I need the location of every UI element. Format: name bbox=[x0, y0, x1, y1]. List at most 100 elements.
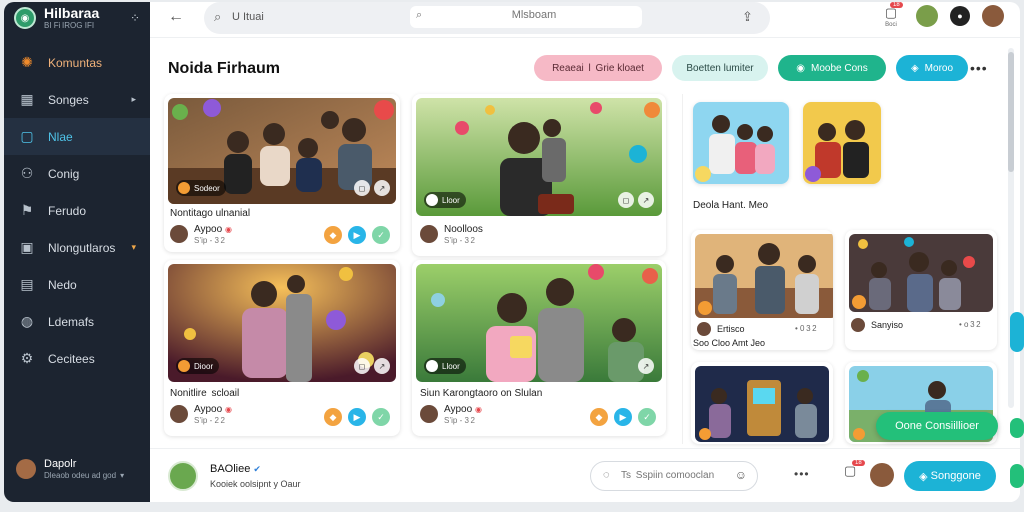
post-card[interactable]: Ertisco • 0 3 2 bbox=[691, 230, 833, 350]
profile-avatar[interactable] bbox=[982, 5, 1004, 27]
post-image[interactable]: Lloor ◻ ↗ bbox=[416, 98, 662, 216]
sidebar-item-ldemafs[interactable]: ◍ Ldemafs bbox=[4, 303, 150, 340]
post-card[interactable]: Lloor ↗ Siun Karongtaoro on Slulan Aypoo… bbox=[412, 260, 666, 436]
sidebar-item-nlae[interactable]: ▢ Nlae bbox=[4, 118, 150, 155]
expand-icon[interactable]: ↗ bbox=[638, 192, 654, 208]
side-edge-tab[interactable] bbox=[1010, 312, 1024, 352]
chip-teal[interactable]: ◉ Moobe Cons bbox=[778, 55, 886, 81]
post-actions: ◆ ▶ ✓ bbox=[324, 408, 390, 426]
avatar[interactable] bbox=[870, 463, 894, 487]
post-sub: S’ip - 3 2 bbox=[444, 235, 475, 245]
avatar[interactable] bbox=[916, 5, 938, 27]
sidebar-item-conig[interactable]: ⚇ Conig bbox=[4, 155, 150, 192]
expand-icon[interactable]: ↗ bbox=[638, 358, 654, 374]
scrollbar[interactable] bbox=[1008, 48, 1014, 408]
post-meta: Aypoo ◉ S’ip - 2 2 bbox=[170, 404, 232, 425]
gear-icon: ⚙ bbox=[20, 350, 34, 366]
like-icon[interactable]: ◆ bbox=[590, 408, 608, 426]
tag-icon: ◈ bbox=[910, 62, 919, 74]
post-card[interactable]: Dioor ◻ ↗ Nonitlire scloail Aypoo ◉ S’ip… bbox=[164, 260, 400, 436]
share-icon[interactable]: ▶ bbox=[348, 408, 366, 426]
scrollbar-thumb[interactable] bbox=[1008, 52, 1014, 172]
sidebar-item-nedo[interactable]: ▤ Nedo bbox=[4, 266, 150, 303]
badge-label: Lloor bbox=[442, 195, 460, 205]
profile-sub: Kooiek oolsipnt y Oaur bbox=[210, 479, 301, 489]
post-card[interactable] bbox=[691, 362, 833, 444]
post-image[interactable]: Lloor ↗ bbox=[416, 264, 662, 382]
notification-badge: 18 bbox=[852, 460, 865, 466]
chip-pink[interactable]: Reaeai l Grie kloaet bbox=[534, 55, 662, 81]
chat-icon[interactable]: ● bbox=[950, 6, 970, 26]
chevron-down-icon[interactable]: ▾ bbox=[120, 471, 124, 480]
post-image[interactable]: Sodeor ◻ ↗ bbox=[168, 98, 396, 204]
author-avatar bbox=[420, 225, 438, 244]
like-icon[interactable]: ◆ bbox=[324, 408, 342, 426]
dots-icon[interactable]: ⁘ bbox=[130, 11, 140, 25]
notification-badge: 18 bbox=[890, 2, 903, 8]
family-thumbnail bbox=[693, 102, 789, 184]
post-image[interactable]: Dioor ◻ ↗ bbox=[168, 264, 396, 382]
bottom-bar: BAOliee ✔ Kooiek oolsipnt y Oaur ◌ ☺ •••… bbox=[150, 448, 1020, 502]
like-icon[interactable]: ◆ bbox=[324, 226, 342, 244]
search-input[interactable] bbox=[434, 9, 634, 21]
save-icon[interactable]: ✓ bbox=[638, 408, 656, 426]
brand[interactable]: ◉ Hilbaraa BI Fi IROG IFI ⁘ bbox=[4, 2, 150, 34]
share-icon[interactable]: ▶ bbox=[614, 408, 632, 426]
sidebar-item-label: Nlongutlaros bbox=[48, 240, 116, 255]
expand-icon[interactable]: ↗ bbox=[374, 358, 390, 374]
post-card[interactable]: Sodeor ◻ ↗ Nontitago ulnanial Aypoo ◉ S’… bbox=[164, 94, 400, 252]
emoji-icon[interactable]: ☺ bbox=[735, 468, 747, 482]
floating-action-button[interactable]: Oone Consiillioer bbox=[876, 412, 998, 440]
more-options-icon[interactable]: ••• bbox=[794, 467, 810, 481]
post-card[interactable]: Lloor ◻ ↗ Noolloos S’ip - 3 2 bbox=[412, 94, 666, 256]
sidebar-item-label: Cecitees bbox=[48, 351, 95, 366]
sidebar-item-label: Songes bbox=[48, 92, 89, 107]
notification-button[interactable]: ▢ 18 bbox=[844, 460, 865, 479]
comment-input[interactable] bbox=[621, 470, 731, 481]
post-caption: Nonitlire scloail bbox=[170, 388, 240, 399]
expand-icon[interactable]: ↗ bbox=[374, 180, 390, 196]
sidebar-item-songes[interactable]: ▦ Songes ▸ bbox=[4, 81, 150, 118]
notification-button[interactable]: ▢ 18 Boci bbox=[878, 2, 904, 28]
image-badge: Dioor bbox=[176, 358, 220, 374]
badge-icon bbox=[426, 194, 438, 206]
sidebar-item-ferudo[interactable]: ⚑ Ferudo bbox=[4, 192, 150, 229]
chip-label: Moroo bbox=[924, 62, 954, 74]
back-arrow-icon[interactable]: ← bbox=[168, 8, 184, 26]
sidebar-item-cecitees[interactable]: ⚙ Cecitees bbox=[4, 340, 150, 377]
author-name: Aypoo bbox=[444, 404, 473, 415]
sidebar-item-komuntas[interactable]: ✺ Komuntas bbox=[4, 44, 150, 81]
brand-subtitle: BI Fi IROG IFI bbox=[44, 21, 95, 30]
save-icon[interactable]: ✓ bbox=[372, 408, 390, 426]
profile-avatar[interactable] bbox=[168, 461, 198, 491]
chip-cyan[interactable]: ◈ Moroo bbox=[896, 55, 968, 81]
save-icon[interactable]: ✓ bbox=[372, 226, 390, 244]
post-sub: S’ip - 3 2 bbox=[194, 235, 225, 245]
post-card[interactable]: Sanyiso • o 3 2 bbox=[845, 230, 997, 350]
page-title: Noida Firhaum bbox=[168, 60, 281, 77]
side-edge-tab[interactable] bbox=[1010, 418, 1024, 438]
share-icon[interactable]: ▶ bbox=[348, 226, 366, 244]
inner-search[interactable]: ⌕ bbox=[410, 6, 642, 28]
share-icon[interactable]: ⇪ bbox=[742, 9, 753, 25]
chip-mint[interactable]: Boetten lumiter bbox=[672, 55, 768, 81]
notification-label: Boci bbox=[885, 22, 897, 28]
more-options-icon[interactable]: ••• bbox=[970, 60, 988, 76]
side-edge-tab[interactable] bbox=[1010, 464, 1024, 488]
fullscreen-icon[interactable]: ◻ bbox=[354, 358, 370, 374]
profile-name: BAOliee bbox=[210, 463, 251, 475]
primary-button[interactable]: ◈ Songgone bbox=[904, 461, 996, 491]
thumbnail-card[interactable] bbox=[803, 102, 881, 184]
post-meta-count: • 0 3 2 bbox=[795, 324, 817, 333]
author-avatar bbox=[697, 322, 711, 336]
fullscreen-icon[interactable]: ◻ bbox=[354, 180, 370, 196]
sidebar-item-nlongutlaros[interactable]: ▣ Nlongutlaros ▾ bbox=[4, 229, 150, 266]
author-avatar bbox=[170, 225, 188, 244]
search-bar[interactable]: ⌕ U Ituai ⌕ ⇪ bbox=[204, 2, 770, 34]
comment-box[interactable]: ◌ ☺ bbox=[590, 461, 758, 491]
arcade-photo bbox=[695, 366, 829, 442]
sidebar-user[interactable]: Dapolr Dleaob odeu ad god ▾ bbox=[16, 458, 124, 481]
fullscreen-icon[interactable]: ◻ bbox=[618, 192, 634, 208]
badge-icon bbox=[426, 360, 438, 372]
thumbnail-card[interactable] bbox=[693, 102, 789, 184]
